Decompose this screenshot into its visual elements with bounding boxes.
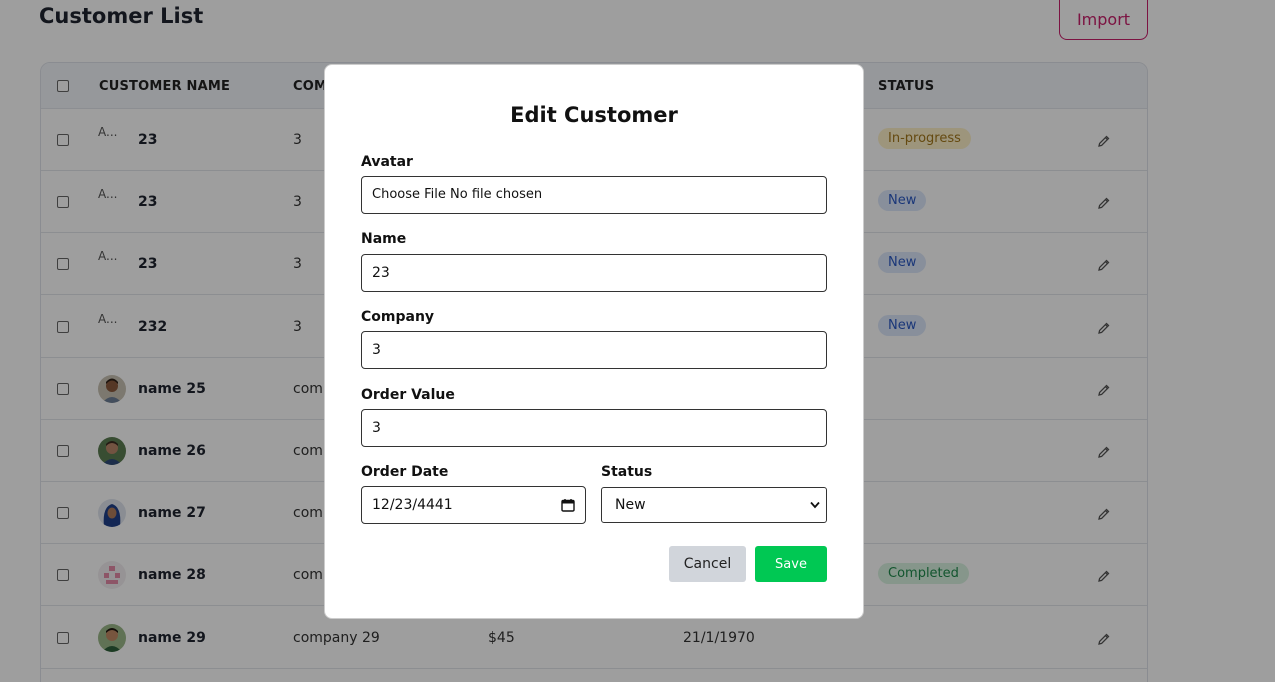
avatar-file-input[interactable]: Choose File No file chosen xyxy=(361,176,827,214)
order-date-value: 12/23/4441 xyxy=(372,497,453,513)
order-value-input[interactable]: 3 xyxy=(361,409,827,447)
status-select-value: New xyxy=(615,497,646,513)
avatar-label: Avatar xyxy=(361,154,413,170)
chevron-down-icon xyxy=(810,501,820,509)
save-button[interactable]: Save xyxy=(755,546,827,582)
cancel-button[interactable]: Cancel xyxy=(669,546,746,582)
name-input[interactable]: 23 xyxy=(361,254,827,292)
modal-title: Edit Customer xyxy=(510,103,678,127)
company-input[interactable]: 3 xyxy=(361,331,827,369)
file-status-text: No file chosen xyxy=(450,187,543,202)
order-date-input[interactable]: 12/23/4441 xyxy=(361,486,586,524)
status-label: Status xyxy=(601,464,653,480)
name-label: Name xyxy=(361,231,407,247)
calendar-icon[interactable] xyxy=(561,498,575,512)
status-select[interactable]: New xyxy=(601,487,827,523)
choose-file-button[interactable]: Choose File xyxy=(372,187,446,202)
edit-customer-modal: Edit Customer Avatar Choose File No file… xyxy=(324,64,864,619)
order-date-label: Order Date xyxy=(361,464,449,480)
company-label: Company xyxy=(361,309,435,325)
order-value-label: Order Value xyxy=(361,387,455,403)
